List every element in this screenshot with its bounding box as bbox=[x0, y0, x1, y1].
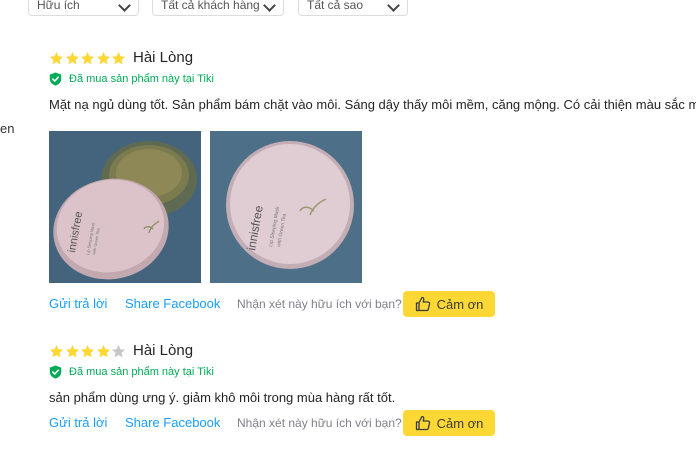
review-content: Mặt nạ ngủ dùng tốt. Sản phẩm bám chặt v… bbox=[49, 97, 696, 112]
review-title: Hài Lòng bbox=[133, 342, 194, 359]
rating-stars bbox=[49, 51, 127, 66]
reply-link[interactable]: Gửi trả lời bbox=[49, 296, 107, 311]
review-title: Hài Lòng bbox=[133, 49, 194, 66]
star-filled-icon bbox=[111, 51, 126, 65]
thanks-label: Cảm ơn bbox=[436, 296, 484, 312]
verified-shield-icon bbox=[49, 72, 62, 86]
customer-filter-label: Tất cả khách hàng bbox=[161, 0, 260, 12]
helpful-question: Nhận xét này hữu ích với bạn? bbox=[237, 297, 402, 311]
review-photo[interactable]: innisfree Lip Sleeping Mask with Green T… bbox=[210, 131, 362, 283]
star-filled-icon bbox=[65, 344, 79, 358]
thumbs-up-icon bbox=[415, 415, 430, 431]
customer-filter-dropdown[interactable]: Tất cả khách hàng bbox=[152, 0, 284, 16]
chevron-down-icon bbox=[118, 0, 131, 12]
verified-shield-icon bbox=[49, 365, 62, 379]
star-filled-icon bbox=[49, 51, 64, 65]
review-actions: Gửi trả lời Share Facebook Nhận xét này … bbox=[49, 291, 509, 317]
verified-text: Đã mua sản phẩm này tại Tiki bbox=[69, 366, 214, 378]
thumbs-up-icon bbox=[415, 296, 430, 312]
star-empty-icon bbox=[111, 344, 126, 358]
verified-purchase: Đã mua sản phẩm này tại Tiki bbox=[49, 72, 214, 86]
product-photo-image: innisfree Lip Sleeping Mask with Green T… bbox=[49, 131, 201, 283]
thanks-button[interactable]: Cảm ơn bbox=[403, 291, 495, 317]
sort-filter-label: Hữu ích bbox=[37, 0, 80, 12]
review-content: sản phẩm dùng ưng ý. giảm khô môi trong … bbox=[49, 390, 396, 405]
star-filter-label: Tất cả sao bbox=[307, 0, 364, 12]
star-filled-icon bbox=[80, 344, 95, 358]
verified-text: Đã mua sản phẩm này tại Tiki bbox=[69, 73, 214, 85]
star-filter-dropdown[interactable]: Tất cả sao bbox=[298, 0, 408, 16]
chevron-down-icon bbox=[263, 0, 276, 12]
helpful-question: Nhận xét này hữu ích với bạn? bbox=[237, 416, 402, 430]
product-photo-image: innisfree Lip Sleeping Mask with Green T… bbox=[210, 131, 362, 283]
share-facebook-link[interactable]: Share Facebook bbox=[125, 296, 220, 311]
review-actions: Gửi trả lời Share Facebook Nhận xét này … bbox=[49, 410, 509, 436]
review-photo[interactable]: innisfree Lip Sleeping Mask with Green T… bbox=[49, 131, 201, 283]
star-filled-icon bbox=[80, 51, 95, 65]
star-filled-icon bbox=[65, 51, 79, 65]
verified-purchase: Đã mua sản phẩm này tại Tiki bbox=[49, 365, 214, 379]
thanks-label: Cảm ơn bbox=[436, 415, 484, 431]
star-filled-icon bbox=[49, 344, 64, 358]
sort-filter-dropdown[interactable]: Hữu ích bbox=[28, 0, 139, 16]
thanks-button[interactable]: Cảm ơn bbox=[403, 410, 495, 436]
share-facebook-link[interactable]: Share Facebook bbox=[125, 415, 220, 430]
star-filled-icon bbox=[96, 51, 110, 65]
rating-stars bbox=[49, 344, 127, 359]
chevron-down-icon bbox=[387, 0, 400, 12]
reply-link[interactable]: Gửi trả lời bbox=[49, 415, 107, 430]
cropped-text-fragment: en bbox=[0, 121, 15, 136]
star-filled-icon bbox=[96, 344, 110, 358]
